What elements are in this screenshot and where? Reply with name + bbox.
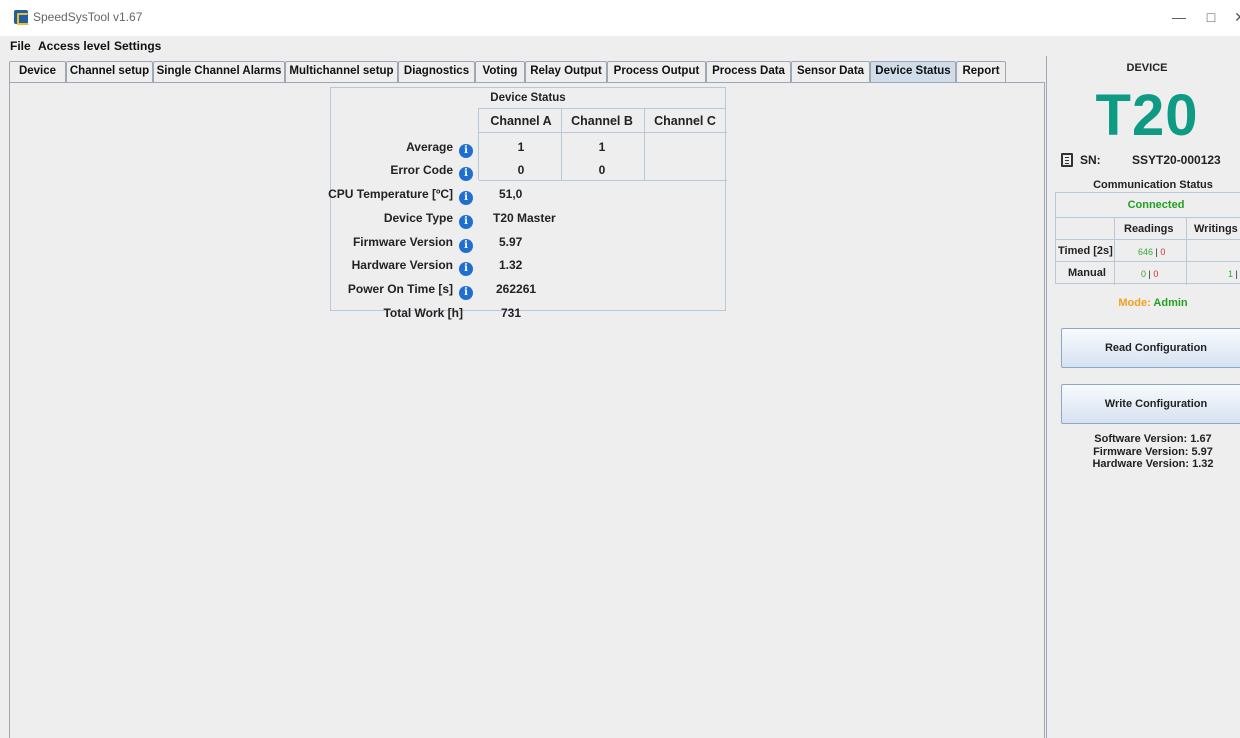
value-power-on-time: 262261	[496, 282, 537, 296]
device-label: DEVICE	[1126, 62, 1168, 74]
close-icon[interactable]: ✕	[1230, 6, 1240, 28]
row-label-hardware-version: Hardware Version i	[352, 258, 473, 276]
connection-status: Connected	[1127, 199, 1185, 211]
read-configuration-button[interactable]: Read Configuration	[1061, 328, 1240, 368]
value-cpu-temperature: 51,0	[499, 187, 523, 201]
menu-settings[interactable]: Settings	[114, 39, 161, 53]
maximize-icon[interactable]: □	[1196, 6, 1226, 28]
value-average-channel-b: 1	[598, 140, 606, 154]
write-configuration-button[interactable]: Write Configuration	[1061, 384, 1240, 424]
row-label-firmware-version: Firmware Version i	[353, 235, 473, 253]
readings-header: Readings	[1124, 223, 1174, 235]
writings-ok-count: 1	[1228, 269, 1234, 279]
tab-multichannel-setup[interactable]: Multichannel setup	[285, 61, 398, 83]
tab-device[interactable]: Device	[9, 61, 66, 83]
row-label-power-on-time: Power On Time [s] i	[348, 282, 473, 300]
tab-diagnostics[interactable]: Diagnostics	[398, 61, 475, 83]
row-label-text: Hardware Version	[351, 258, 453, 272]
row-label-cpu-temperature: CPU Temperature [ºC] i	[328, 187, 473, 205]
grid-divider	[1186, 217, 1187, 285]
row-label-text: Error Code	[390, 163, 453, 177]
row-label-text: Device Type	[383, 211, 453, 225]
window-title: SpeedSysTool v1.67	[33, 10, 143, 24]
row-label-error-code: Error Code i	[390, 163, 473, 181]
column-header-channel-c: Channel C	[654, 114, 716, 128]
device-status-title: Device Status	[490, 92, 566, 104]
info-icon[interactable]: i	[459, 262, 473, 276]
value-total-work: 731	[501, 306, 522, 320]
column-header-channel-b: Channel B	[571, 114, 633, 128]
row-label-device-type: Device Type i	[384, 211, 473, 229]
row-label-text: Firmware Version	[352, 235, 453, 249]
value-hardware-version: 1.32	[499, 258, 523, 272]
value-error-code-channel-a: 0	[517, 163, 525, 177]
info-icon[interactable]: i	[459, 286, 473, 300]
info-icon[interactable]: i	[459, 167, 473, 181]
mode-value: Admin	[1153, 297, 1188, 309]
menu-file[interactable]: File	[10, 39, 31, 53]
row-label-text: Average	[406, 140, 453, 154]
row-label-average: Average i	[406, 140, 473, 158]
serial-number-value: SSYT20-000123	[1132, 153, 1221, 167]
serial-number-label: SN:	[1080, 153, 1101, 167]
info-icon[interactable]: i	[459, 239, 473, 253]
version-info: Software Version: 1.67 Firmware Version:…	[1047, 433, 1240, 471]
device-status-panel: Device Status Channel A Channel B Channe…	[328, 87, 727, 320]
mode-label: Mode:	[1118, 297, 1151, 309]
row-label-text: Power On Time [s]	[347, 282, 453, 296]
readings-error-count: 0	[1153, 269, 1159, 279]
grid-divider	[1056, 261, 1240, 262]
communication-status-table: Connected Readings Writings Timed [2s] 6…	[1055, 192, 1240, 285]
grid-divider	[1056, 217, 1240, 218]
manual-writings: 1 | 0	[1228, 269, 1240, 279]
row-label-total-work: Total Work [h]	[383, 306, 463, 320]
app-icon	[14, 10, 29, 25]
tab-sensor-data[interactable]: Sensor Data	[791, 61, 870, 83]
manual-row-label: Manual	[1068, 267, 1106, 279]
value-average-channel-a: 1	[517, 140, 525, 154]
document-icon	[1061, 153, 1073, 167]
minimize-icon[interactable]: —	[1164, 6, 1194, 28]
grid-divider	[479, 180, 727, 181]
readings-ok-count: 646	[1138, 247, 1154, 257]
readings-error-count: 0	[1160, 247, 1166, 257]
menu-access-level[interactable]: Access level	[38, 39, 110, 53]
tab-process-output[interactable]: Process Output	[607, 61, 706, 83]
value-error-code-channel-b: 0	[598, 163, 606, 177]
tab-voting[interactable]: Voting	[475, 61, 525, 83]
grid-divider	[479, 132, 727, 133]
info-icon[interactable]: i	[459, 215, 473, 229]
main-area: Device Channel setup Single Channel Alar…	[0, 56, 1240, 738]
grid-divider	[1114, 217, 1115, 285]
access-mode: Mode: Admin	[1047, 297, 1240, 309]
tab-report[interactable]: Report	[956, 61, 1006, 83]
device-model: T20	[1095, 83, 1199, 148]
software-version: Software Version: 1.67	[1094, 433, 1212, 445]
value-device-type: T20 Master	[493, 211, 556, 225]
tab-content: Device Status Channel A Channel B Channe…	[9, 82, 1045, 738]
info-icon[interactable]: i	[459, 144, 473, 158]
grid-divider	[1056, 239, 1240, 240]
manual-readings: 0 | 0	[1141, 269, 1159, 279]
firmware-version: Firmware Version: 5.97	[1093, 445, 1213, 458]
device-side-panel: DEVICE T20 SN: SSYT20-000123 Communicati…	[1046, 56, 1240, 738]
column-header-channel-a: Channel A	[490, 114, 552, 128]
readings-ok-count: 0	[1141, 269, 1147, 279]
tab-channel-setup[interactable]: Channel setup	[66, 61, 153, 83]
timed-readings: 646 | 0	[1138, 247, 1166, 257]
tab-single-channel-alarms[interactable]: Single Channel Alarms	[153, 61, 285, 83]
tab-relay-output[interactable]: Relay Output	[525, 61, 607, 83]
hardware-version: Hardware Version: 1.32	[1092, 458, 1214, 470]
info-icon[interactable]: i	[459, 191, 473, 205]
row-label-text: CPU Temperature [ºC]	[328, 187, 453, 201]
writings-header: Writings	[1194, 223, 1238, 235]
tab-process-data[interactable]: Process Data	[706, 61, 791, 83]
value-firmware-version: 5.97	[499, 235, 523, 249]
tab-device-status[interactable]: Device Status	[870, 61, 956, 83]
title-bar: SpeedSysTool v1.67 — □ ✕	[0, 0, 1240, 36]
communication-status-title: Communication Status	[1093, 179, 1213, 191]
menu-bar: File Access level Settings	[0, 36, 1240, 56]
timed-row-label: Timed [2s]	[1058, 245, 1113, 257]
